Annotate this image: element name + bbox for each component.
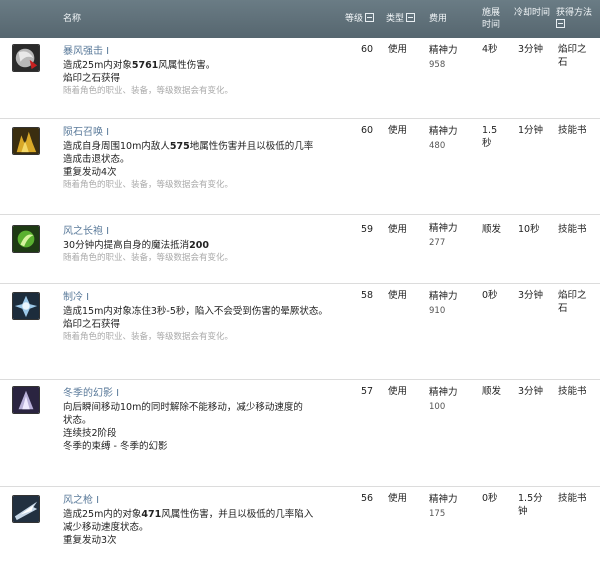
skill-cooldown: 3分钟 — [518, 290, 544, 301]
skill-cost: 精神力 100 — [429, 387, 458, 412]
skill-description: 造成25m内的对象471风属性伤害，并且以极低的几率陷入 减少移动速度状态。 重… — [63, 509, 314, 546]
skill-name: 冬季的幻影 Ⅰ — [63, 388, 120, 399]
skill-cast-time: 顺发 — [482, 386, 502, 397]
skill-cooldown: 3分钟 — [518, 44, 544, 55]
skill-note: 随着角色的职业、装备，等级数据会有变化。 — [63, 332, 234, 342]
meteor-summon-icon — [12, 127, 40, 155]
header-cooldown: 冷却时间 — [514, 8, 551, 18]
skill-description: 向后瞬间移动10m的同时解除不能移动，减少移动速度的 状态。 连续技2阶段 冬季… — [63, 402, 303, 452]
skill-note: 随着角色的职业、装备，等级数据会有变化。 — [63, 86, 234, 96]
skill-cost: 精神力 958 — [429, 45, 458, 70]
collapse-icon[interactable] — [365, 13, 375, 22]
winter-phantom-icon — [12, 386, 40, 414]
skill-level: 57 — [361, 386, 374, 397]
table-row: 风之长袍 Ⅰ 30分钟内提高自身的魔法抵消200 随着角色的职业、装备，等级数据… — [0, 215, 600, 283]
skill-description: 30分钟内提高自身的魔法抵消200 随着角色的职业、装备，等级数据会有变化。 — [63, 239, 335, 265]
skill-type: 使用 — [388, 125, 408, 136]
skill-cost: 精神力 277 — [429, 223, 458, 248]
collapse-icon[interactable] — [406, 13, 416, 22]
skill-cast-time: 1.5 秒 — [482, 125, 498, 149]
skill-level: 56 — [361, 493, 374, 504]
skill-type: 使用 — [388, 224, 408, 235]
header-type: 类型 — [386, 13, 416, 25]
skill-description: 造成25m内对象5761风属性伤害。 焰印之石获得 随着角色的职业、装备，等级数… — [63, 59, 335, 98]
skill-level: 60 — [361, 44, 374, 55]
table-row: 制冷 Ⅰ 造成15m内对象冻住3秒-5秒，陷入不会受到伤害的晕厥状态。 焰印之石… — [0, 284, 600, 379]
skill-name: 风之枪 Ⅰ — [63, 495, 100, 506]
table-row: 冬季的幻影 Ⅰ 向后瞬间移动10m的同时解除不能移动，减少移动速度的 状态。 连… — [0, 380, 600, 486]
collapse-icon[interactable] — [556, 19, 565, 28]
skill-cost: 精神力 910 — [429, 291, 458, 316]
table-row: 暴风强击 Ⅰ 造成25m内对象5761风属性伤害。 焰印之石获得 随着角色的职业… — [0, 38, 600, 118]
storm-strike-icon — [12, 44, 40, 72]
header-level: 等级 — [345, 13, 375, 25]
skill-type: 使用 — [388, 386, 408, 397]
skill-name: 暴风强击 Ⅰ — [63, 46, 110, 57]
skill-cast-time: 0秒 — [482, 493, 498, 504]
skill-type: 使用 — [388, 290, 408, 301]
skill-cooldown: 10秒 — [518, 224, 540, 235]
freeze-icon — [12, 292, 40, 320]
skill-cost: 精神力 480 — [429, 126, 458, 151]
table-row: 陨石召唤 Ⅰ 造成自身周围10m内敌人575地属性伤害并且以极低的几率 造成击退… — [0, 119, 600, 214]
skill-description: 造成15m内对象冻住3秒-5秒，陷入不会受到伤害的晕厥状态。 焰印之石获得 随着… — [63, 305, 335, 344]
skill-acquire: 焰印之石 — [558, 44, 587, 68]
skill-description: 造成自身周围10m内敌人575地属性伤害并且以极低的几率 造成击退状态。 重复发… — [63, 140, 335, 192]
skill-cooldown: 3分钟 — [518, 386, 544, 397]
skill-cost: 精神力 175 — [429, 494, 458, 519]
skill-cast-time: 0秒 — [482, 290, 498, 301]
header-name: 名称 — [63, 14, 82, 24]
skill-cooldown: 1分钟 — [518, 125, 544, 136]
skill-acquire: 技能书 — [558, 493, 587, 504]
skill-cooldown: 1.5分钟 — [518, 493, 543, 517]
skill-level: 60 — [361, 125, 374, 136]
skill-note: 随着角色的职业、装备，等级数据会有变化。 — [63, 180, 234, 190]
skill-note: 随着角色的职业、装备，等级数据会有变化。 — [63, 253, 234, 263]
skill-name: 陨石召唤 Ⅰ — [63, 127, 110, 138]
skill-acquire: 技能书 — [558, 224, 587, 235]
header-cast-time: 施展 时间 — [482, 8, 501, 30]
skill-cast-time: 顺发 — [482, 224, 502, 235]
skill-type: 使用 — [388, 44, 408, 55]
header-cost: 费用 — [429, 14, 448, 24]
wind-spear-icon — [12, 495, 40, 523]
skill-acquire: 技能书 — [558, 386, 587, 397]
skill-acquire: 焰印之石 — [558, 290, 587, 314]
wind-robe-icon — [12, 225, 40, 253]
table-header: 名称 等级 类型 费用 施展 时间 冷却时间 获得方法 — [0, 0, 600, 38]
skill-level: 58 — [361, 290, 374, 301]
skill-cast-time: 4秒 — [482, 44, 498, 55]
table-row: 风之枪 Ⅰ 造成25m内的对象471风属性伤害，并且以极低的几率陷入 减少移动速… — [0, 487, 600, 580]
skill-name: 风之长袍 Ⅰ — [63, 226, 110, 237]
skill-name: 制冷 Ⅰ — [63, 292, 90, 303]
skill-acquire: 技能书 — [558, 125, 587, 136]
skill-type: 使用 — [388, 493, 408, 504]
header-acquire: 获得方法 — [556, 7, 592, 31]
skill-level: 59 — [361, 224, 374, 235]
